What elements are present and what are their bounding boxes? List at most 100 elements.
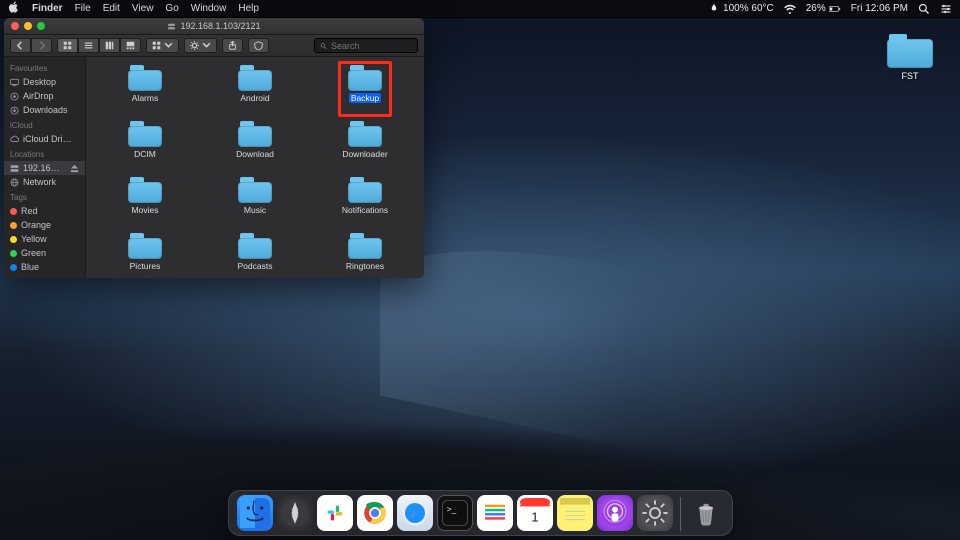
- tags-button[interactable]: [248, 38, 269, 53]
- folder-android[interactable]: Android: [200, 65, 310, 119]
- sidebar-item[interactable]: Yellow: [4, 232, 85, 246]
- dock-wrap: >_ 1: [0, 490, 960, 536]
- spotlight-icon[interactable]: [918, 3, 930, 15]
- file-grid[interactable]: AlarmsAndroid Backup DCIM DownloadDownloade…: [86, 57, 424, 278]
- sidebar-item-label: iCloud Dri…: [23, 134, 72, 144]
- folder-downloader[interactable]: Downloader: [310, 121, 420, 175]
- titlebar[interactable]: 192.168.1.103/2121: [4, 18, 424, 35]
- view-icon-button[interactable]: [57, 38, 78, 53]
- folder-podcasts[interactable]: Podcasts: [200, 233, 310, 278]
- apple-menu[interactable]: [8, 1, 20, 16]
- menubar: Finder File Edit View Go Window Help 100…: [0, 0, 960, 18]
- dock-safari[interactable]: [397, 495, 433, 531]
- sidebar-item-label: Green: [21, 248, 46, 258]
- folder-alarms[interactable]: Alarms: [90, 65, 200, 119]
- finder-window: 192.168.1.103/2121 Favo: [4, 18, 424, 278]
- folder-icon: [238, 177, 272, 203]
- search-icon: [320, 42, 327, 50]
- dock-podcasts[interactable]: [597, 495, 633, 531]
- view-gallery-button[interactable]: [120, 38, 141, 53]
- sidebar-item[interactable]: Red: [4, 204, 85, 218]
- toolbar: [4, 35, 424, 57]
- menu-view[interactable]: View: [132, 3, 154, 14]
- share-button[interactable]: [222, 38, 243, 53]
- folder-download[interactable]: Download: [200, 121, 310, 175]
- folder-label: Backup: [349, 93, 381, 103]
- minimize-button[interactable]: [24, 22, 32, 30]
- status-wifi[interactable]: [784, 3, 796, 15]
- desktop-folder-fst[interactable]: FST: [882, 34, 938, 81]
- dock-launchpad[interactable]: [277, 495, 313, 531]
- folder-music[interactable]: Music: [200, 177, 310, 231]
- folder-label: Ringtones: [344, 261, 386, 271]
- sidebar-heading: Tags: [4, 189, 85, 204]
- search-input[interactable]: [331, 41, 412, 51]
- search-field[interactable]: [314, 38, 418, 53]
- dock-slack[interactable]: [317, 495, 353, 531]
- folder-icon: [238, 233, 272, 259]
- dock-terminal[interactable]: >_: [437, 495, 473, 531]
- menu-edit[interactable]: Edit: [103, 3, 120, 14]
- folder-label: Music: [242, 205, 268, 215]
- folder-backup[interactable]: Backup: [310, 65, 420, 119]
- tag-dot-icon: [10, 250, 17, 257]
- tag-dot-icon: [10, 222, 17, 229]
- dock-separator: [680, 497, 681, 531]
- sidebar-item[interactable]: AirDrop: [4, 89, 85, 103]
- folder-pictures[interactable]: Pictures: [90, 233, 200, 278]
- nav-buttons: [10, 38, 52, 53]
- zoom-button[interactable]: [37, 22, 45, 30]
- tag-dot-icon: [10, 208, 17, 215]
- view-column-button[interactable]: [99, 38, 120, 53]
- downloads-icon: [10, 106, 19, 115]
- sidebar-item[interactable]: Orange: [4, 218, 85, 232]
- folder-label: DCIM: [132, 149, 158, 159]
- sidebar-item[interactable]: Green: [4, 246, 85, 260]
- status-temp[interactable]: 100% 60°C: [708, 3, 774, 15]
- menu-help[interactable]: Help: [238, 3, 259, 14]
- close-button[interactable]: [11, 22, 19, 30]
- sidebar-item[interactable]: Network: [4, 175, 85, 189]
- menu-window[interactable]: Window: [191, 3, 227, 14]
- sidebar-item-label: AirDrop: [23, 91, 54, 101]
- folder-movies[interactable]: Movies: [90, 177, 200, 231]
- dock-notes[interactable]: [557, 495, 593, 531]
- folder-dcim[interactable]: DCIM: [90, 121, 200, 175]
- desktop-icon: [10, 78, 19, 87]
- folder-ringtones[interactable]: Ringtones: [310, 233, 420, 278]
- status-battery[interactable]: 26%: [806, 3, 841, 15]
- arrange-button[interactable]: [146, 38, 179, 53]
- sidebar-item[interactable]: 192.16…: [4, 161, 85, 175]
- tag-dot-icon: [10, 236, 17, 243]
- dock-chrome[interactable]: [357, 495, 393, 531]
- control-center-icon[interactable]: [940, 3, 952, 15]
- dock-finder[interactable]: [237, 495, 273, 531]
- eject-icon[interactable]: [70, 164, 79, 173]
- folder-notifications[interactable]: Notifications: [310, 177, 420, 231]
- svg-text:>_: >_: [446, 504, 456, 514]
- dock-app[interactable]: [477, 495, 513, 531]
- folder-icon: [887, 34, 933, 68]
- menu-file[interactable]: File: [75, 3, 91, 14]
- menu-go[interactable]: Go: [165, 3, 178, 14]
- dock-preferences[interactable]: [637, 495, 673, 531]
- view-list-button[interactable]: [78, 38, 99, 53]
- sidebar-item[interactable]: Downloads: [4, 103, 85, 117]
- sidebar-heading: Favourites: [4, 60, 85, 75]
- window-title: 192.168.1.103/2121: [4, 21, 424, 31]
- back-button[interactable]: [10, 38, 31, 53]
- status-clock[interactable]: Fri 12:06 PM: [851, 3, 908, 14]
- sidebar-item[interactable]: Desktop: [4, 75, 85, 89]
- forward-button[interactable]: [31, 38, 52, 53]
- tag-dot-icon: [10, 264, 17, 271]
- wifi-icon: [784, 3, 796, 15]
- folder-icon: [128, 233, 162, 259]
- cloud-icon: [10, 135, 19, 144]
- action-button[interactable]: [184, 38, 217, 53]
- app-name[interactable]: Finder: [32, 3, 63, 14]
- sidebar-item[interactable]: iCloud Dri…: [4, 132, 85, 146]
- dock-calendar[interactable]: 1: [517, 495, 553, 531]
- sidebar-item-label: Network: [23, 177, 56, 187]
- dock-trash[interactable]: [688, 495, 724, 531]
- sidebar-item[interactable]: Blue: [4, 260, 85, 274]
